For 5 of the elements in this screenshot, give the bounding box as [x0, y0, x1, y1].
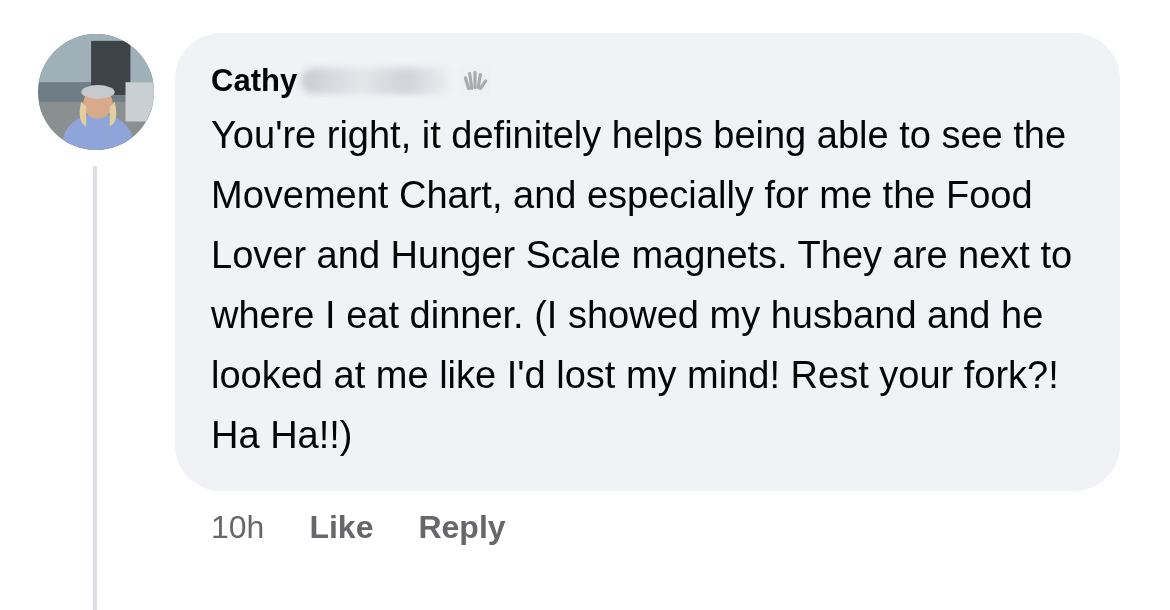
action-link[interactable]: Like	[309, 508, 374, 546]
comment-text: You're right, it definitely helps being able to see the Movement Chart, and especially for me the Food Lover and Hunger Scale magnets. They are next to where I eat dinner. (I showed my husband and he looked at me like I'd lost my mind! Rest your fork?! Ha Ha!!)	[211, 113, 1074, 458]
author-name[interactable]: Cathy	[211, 63, 298, 99]
timestamp: 10h	[211, 508, 265, 546]
action-link[interactable]: Reply	[418, 508, 506, 546]
